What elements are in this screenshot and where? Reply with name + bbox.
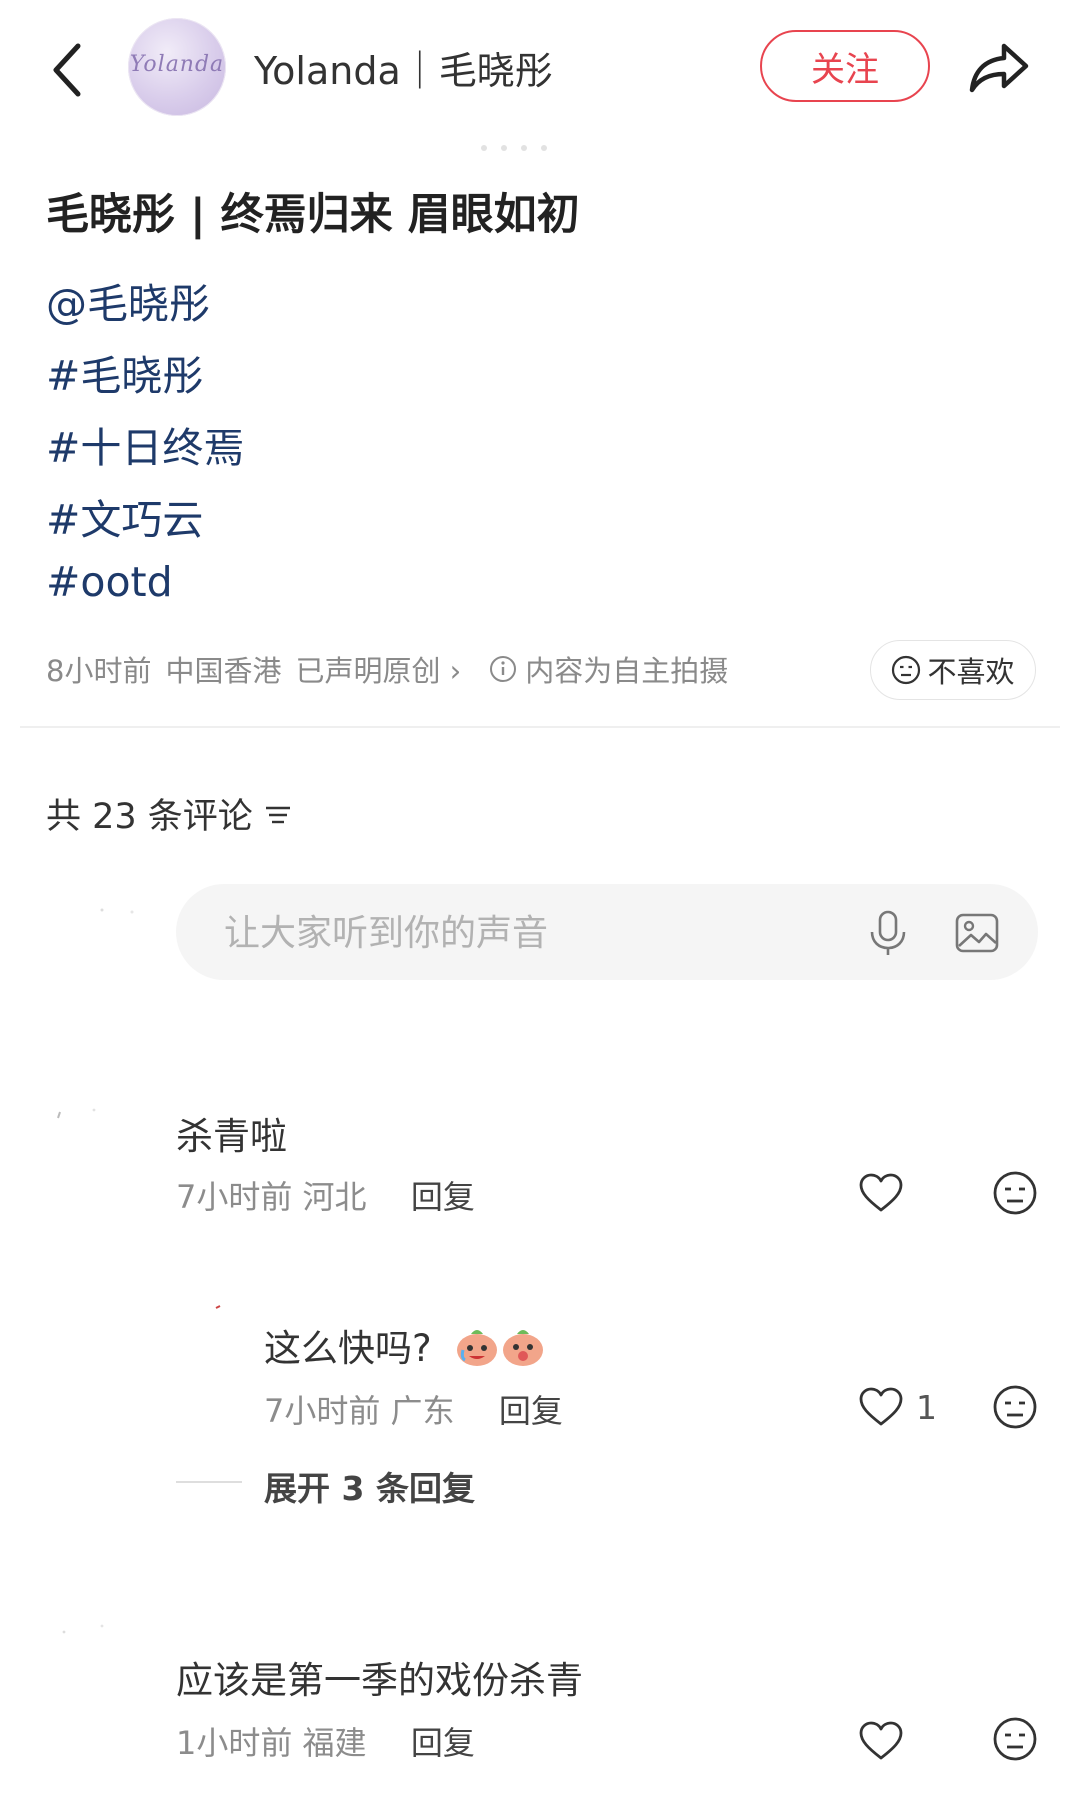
reply-text-content: 这么快吗? bbox=[264, 1327, 432, 1370]
mention-tag[interactable]: @毛晓彤 bbox=[46, 270, 210, 330]
dislike-face-icon bbox=[993, 1171, 1037, 1215]
post-location: 中国香港 bbox=[165, 654, 282, 688]
comment-time: 7小时前 bbox=[176, 1178, 293, 1216]
reply-button[interactable]: 回复 bbox=[411, 1724, 475, 1762]
hashtag[interactable]: #ootd bbox=[46, 558, 173, 606]
dislike-button[interactable]: 不喜欢 bbox=[870, 640, 1036, 700]
heart-icon bbox=[859, 1721, 903, 1760]
like-button[interactable]: 1 bbox=[858, 1386, 937, 1428]
avatar[interactable]: Yolanda bbox=[128, 18, 226, 116]
comment-text: 杀青啦 bbox=[176, 1115, 287, 1158]
post-title: 毛晓彤 | 终焉归来 眉眼如初 bbox=[46, 190, 580, 240]
reply-meta: 7小时前 广东 回复 bbox=[264, 1386, 563, 1432]
current-user-avatar bbox=[94, 900, 154, 940]
comment-input-bar[interactable] bbox=[176, 884, 1038, 982]
comment-count-label: 共 23 条评论 bbox=[46, 797, 253, 837]
comment-count[interactable]: 共 23 条评论 bbox=[46, 788, 293, 839]
reply-button[interactable]: 回复 bbox=[411, 1178, 475, 1216]
reply-avatar[interactable] bbox=[210, 1298, 270, 1338]
comment-dislike-button[interactable] bbox=[992, 1384, 1038, 1434]
image-icon[interactable] bbox=[954, 910, 1000, 956]
commenter-avatar[interactable] bbox=[54, 1100, 114, 1140]
author-name[interactable]: Yolanda｜毛晓彤 bbox=[254, 40, 553, 95]
hashtag[interactable]: #毛晓彤 bbox=[46, 342, 203, 402]
dislike-label: 不喜欢 bbox=[927, 655, 1015, 689]
dislike-face-icon bbox=[993, 1385, 1037, 1429]
comment-location: 河北 bbox=[302, 1178, 367, 1216]
original-declaration-link[interactable]: 已声明原创 › bbox=[295, 648, 461, 690]
commenter-avatar[interactable] bbox=[54, 1620, 114, 1660]
hashtag[interactable]: #文巧云 bbox=[46, 486, 203, 546]
heart-icon bbox=[859, 1173, 903, 1212]
info-icon bbox=[489, 655, 517, 683]
hashtag[interactable]: #十日终焉 bbox=[46, 414, 244, 474]
post-time: 8小时前 bbox=[46, 654, 152, 688]
comment-dislike-button[interactable] bbox=[992, 1716, 1038, 1766]
comment-location: 福建 bbox=[302, 1724, 367, 1762]
microphone-icon[interactable] bbox=[866, 910, 910, 956]
reply-time: 7小时前 bbox=[264, 1392, 381, 1430]
comment-input[interactable] bbox=[222, 884, 826, 982]
post-meta: 8小时前 中国香港 已声明原创 › 内容为自主拍摄 bbox=[46, 648, 728, 690]
dislike-face-icon bbox=[892, 655, 921, 685]
reply-location: 广东 bbox=[390, 1392, 455, 1430]
comment-dislike-button[interactable] bbox=[992, 1170, 1038, 1220]
expand-replies-button[interactable]: 展开 3 条回复 bbox=[264, 1462, 475, 1510]
comment-text: 应该是第一季的戏份杀青 bbox=[176, 1659, 583, 1702]
like-button[interactable] bbox=[858, 1172, 904, 1218]
emoji-sticker-icon bbox=[453, 1324, 549, 1377]
back-icon[interactable] bbox=[48, 42, 88, 98]
reply-button[interactable]: 回复 bbox=[499, 1392, 563, 1430]
expand-divider bbox=[176, 1481, 242, 1483]
dislike-face-icon bbox=[993, 1717, 1037, 1761]
like-button[interactable] bbox=[858, 1720, 904, 1766]
divider bbox=[20, 726, 1060, 728]
like-count: 1 bbox=[916, 1387, 937, 1427]
content-info-text: 内容为自主拍摄 bbox=[525, 654, 729, 688]
comment-time: 1小时前 bbox=[176, 1724, 293, 1762]
avatar-logo-text: Yolanda bbox=[129, 52, 225, 77]
comment-meta: 1小时前 福建 回复 bbox=[176, 1718, 475, 1764]
comment-meta: 7小时前 河北 回复 bbox=[176, 1172, 475, 1218]
sort-icon[interactable] bbox=[263, 799, 293, 829]
heart-icon bbox=[859, 1387, 903, 1426]
follow-button[interactable]: 关注 bbox=[760, 30, 930, 102]
reply-text: 这么快吗? bbox=[264, 1318, 549, 1377]
share-icon[interactable] bbox=[966, 40, 1032, 96]
image-pager-dots bbox=[476, 138, 566, 151]
